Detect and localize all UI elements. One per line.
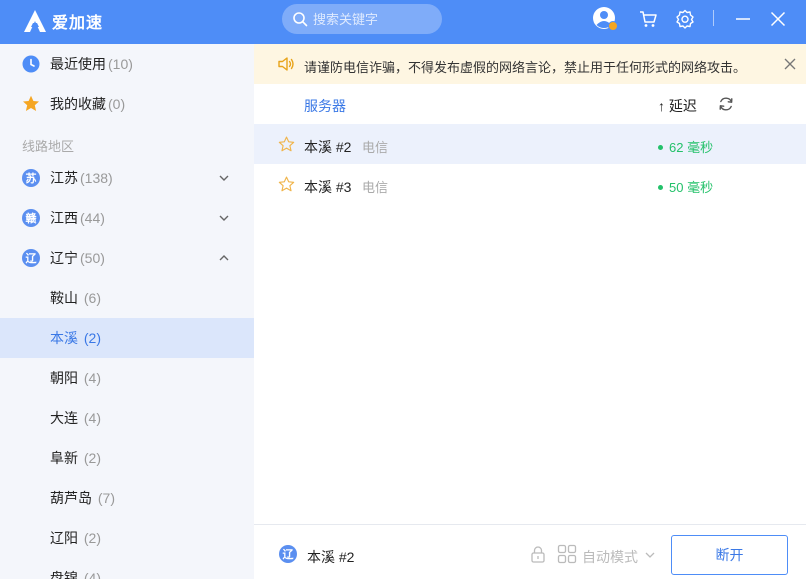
- sidebar-item-label: 最近使用: [50, 56, 106, 72]
- city-item-panjin[interactable]: 盘锦 (4): [0, 558, 254, 579]
- chevron-up-icon: [219, 255, 229, 261]
- server-row[interactable]: 本溪 #3 电信 50 毫秒: [254, 164, 806, 204]
- region-item-liaoning[interactable]: 辽 辽宁 (50): [0, 238, 254, 278]
- city-label: 阜新: [50, 450, 78, 466]
- city-label: 大连: [50, 410, 78, 426]
- settings-gear-icon[interactable]: [672, 6, 698, 32]
- user-avatar-icon[interactable]: [592, 6, 618, 32]
- region-count: (44): [80, 210, 105, 226]
- column-server[interactable]: 服务器: [304, 96, 346, 116]
- sidebar-item-favorites[interactable]: 我的收藏 (0): [0, 84, 254, 124]
- title-separator: [713, 10, 714, 26]
- city-label: 本溪: [50, 330, 78, 346]
- region-badge: 赣: [22, 209, 40, 227]
- notice-text: 请谨防电信诈骗，不得发布虚假的网络言论，禁止用于任何形式的网络攻击。: [304, 60, 747, 75]
- status-dot: [658, 145, 663, 151]
- cart-icon[interactable]: [635, 6, 661, 32]
- city-count: (4): [83, 570, 102, 579]
- city-item-huludao[interactable]: 葫芦岛 (7): [0, 478, 254, 518]
- city-label: 鞍山: [50, 290, 78, 306]
- connected-server-name: 本溪 #2: [307, 549, 355, 565]
- region-badge: 辽: [279, 545, 297, 563]
- sidebar: 最近使用 (10) 我的收藏 (0) 线路地区 苏 江苏 (138) 赣 江西 (44)…: [0, 44, 254, 579]
- section-title: 线路地区: [22, 139, 75, 154]
- notice-close-icon[interactable]: [783, 57, 797, 71]
- notice-banner: 请谨防电信诈骗，不得发布虚假的网络言论，禁止用于任何形式的网络攻击。: [254, 44, 806, 84]
- city-label: 朝阳: [50, 370, 78, 386]
- search-input[interactable]: [313, 11, 433, 27]
- clock-icon: [22, 55, 40, 73]
- region-count: (50): [80, 250, 105, 266]
- disconnect-button[interactable]: 断开: [671, 535, 788, 575]
- city-count: (2): [83, 330, 102, 346]
- status-dot: [658, 185, 663, 191]
- column-delay-sort[interactable]: ↑ 延迟: [658, 96, 697, 116]
- region-count: (138): [80, 170, 113, 186]
- server-isp: 电信: [362, 180, 389, 195]
- server-isp: 电信: [362, 140, 389, 155]
- connection-footer: 辽 本溪 #2 自动模式 断开: [254, 524, 806, 579]
- logo-icon: [24, 10, 46, 32]
- grid-mode-icon: [557, 544, 577, 564]
- refresh-icon[interactable]: [718, 96, 734, 112]
- title-bar: 爱加速: [0, 0, 806, 44]
- city-item-fuxin[interactable]: 阜新 (2): [0, 438, 254, 478]
- minimize-icon[interactable]: [730, 6, 756, 32]
- server-name: 本溪 #2: [304, 139, 352, 155]
- app-name: 爱加速: [52, 15, 104, 32]
- item-count: (0): [108, 96, 126, 112]
- region-label: 江苏: [50, 170, 78, 186]
- region-label: 辽宁: [50, 250, 78, 266]
- city-item-benxi[interactable]: 本溪 (2): [0, 318, 254, 358]
- region-label: 江西: [50, 210, 78, 226]
- city-item-anshan[interactable]: 鞍山 (6): [0, 278, 254, 318]
- item-count: (10): [108, 56, 133, 72]
- city-count: (2): [83, 450, 102, 466]
- city-count: (6): [83, 290, 102, 306]
- city-count: (2): [83, 530, 102, 546]
- sidebar-item-recent[interactable]: 最近使用 (10): [0, 44, 254, 84]
- star-filled-icon: [22, 95, 40, 113]
- search-box[interactable]: [282, 4, 442, 34]
- app-logo: 爱加速: [22, 8, 103, 34]
- city-count: (4): [83, 410, 102, 426]
- server-row[interactable]: 本溪 #2 电信 62 毫秒: [254, 124, 806, 164]
- chevron-down-icon: [219, 215, 229, 221]
- region-item-jiangsu[interactable]: 苏 江苏 (138): [0, 158, 254, 198]
- city-item-chaoyang[interactable]: 朝阳 (4): [0, 358, 254, 398]
- city-label: 盘锦: [50, 570, 78, 579]
- mode-select-label[interactable]: 自动模式: [582, 547, 638, 567]
- server-latency: 50 毫秒: [669, 180, 714, 195]
- close-icon[interactable]: [765, 6, 791, 32]
- city-count: (4): [83, 370, 102, 386]
- city-label: 辽阳: [50, 530, 78, 546]
- speaker-icon: [278, 57, 294, 71]
- chevron-down-icon[interactable]: [644, 549, 656, 561]
- search-icon: [293, 12, 308, 27]
- server-latency: 62 毫秒: [669, 140, 714, 155]
- city-item-dalian[interactable]: 大连 (4): [0, 398, 254, 438]
- city-count: (7): [97, 490, 116, 506]
- server-list-header: 服务器 ↑ 延迟: [254, 84, 806, 124]
- star-outline-icon[interactable]: [278, 176, 295, 193]
- star-outline-icon[interactable]: [278, 136, 295, 153]
- city-item-liaoyang[interactable]: 辽阳 (2): [0, 518, 254, 558]
- region-badge: 辽: [22, 249, 40, 267]
- lock-icon[interactable]: [529, 545, 547, 563]
- sidebar-item-label: 我的收藏: [50, 96, 106, 112]
- server-name: 本溪 #3: [304, 179, 352, 195]
- city-label: 葫芦岛: [50, 490, 92, 506]
- region-item-jiangxi[interactable]: 赣 江西 (44): [0, 198, 254, 238]
- region-badge: 苏: [22, 169, 40, 187]
- chevron-down-icon: [219, 175, 229, 181]
